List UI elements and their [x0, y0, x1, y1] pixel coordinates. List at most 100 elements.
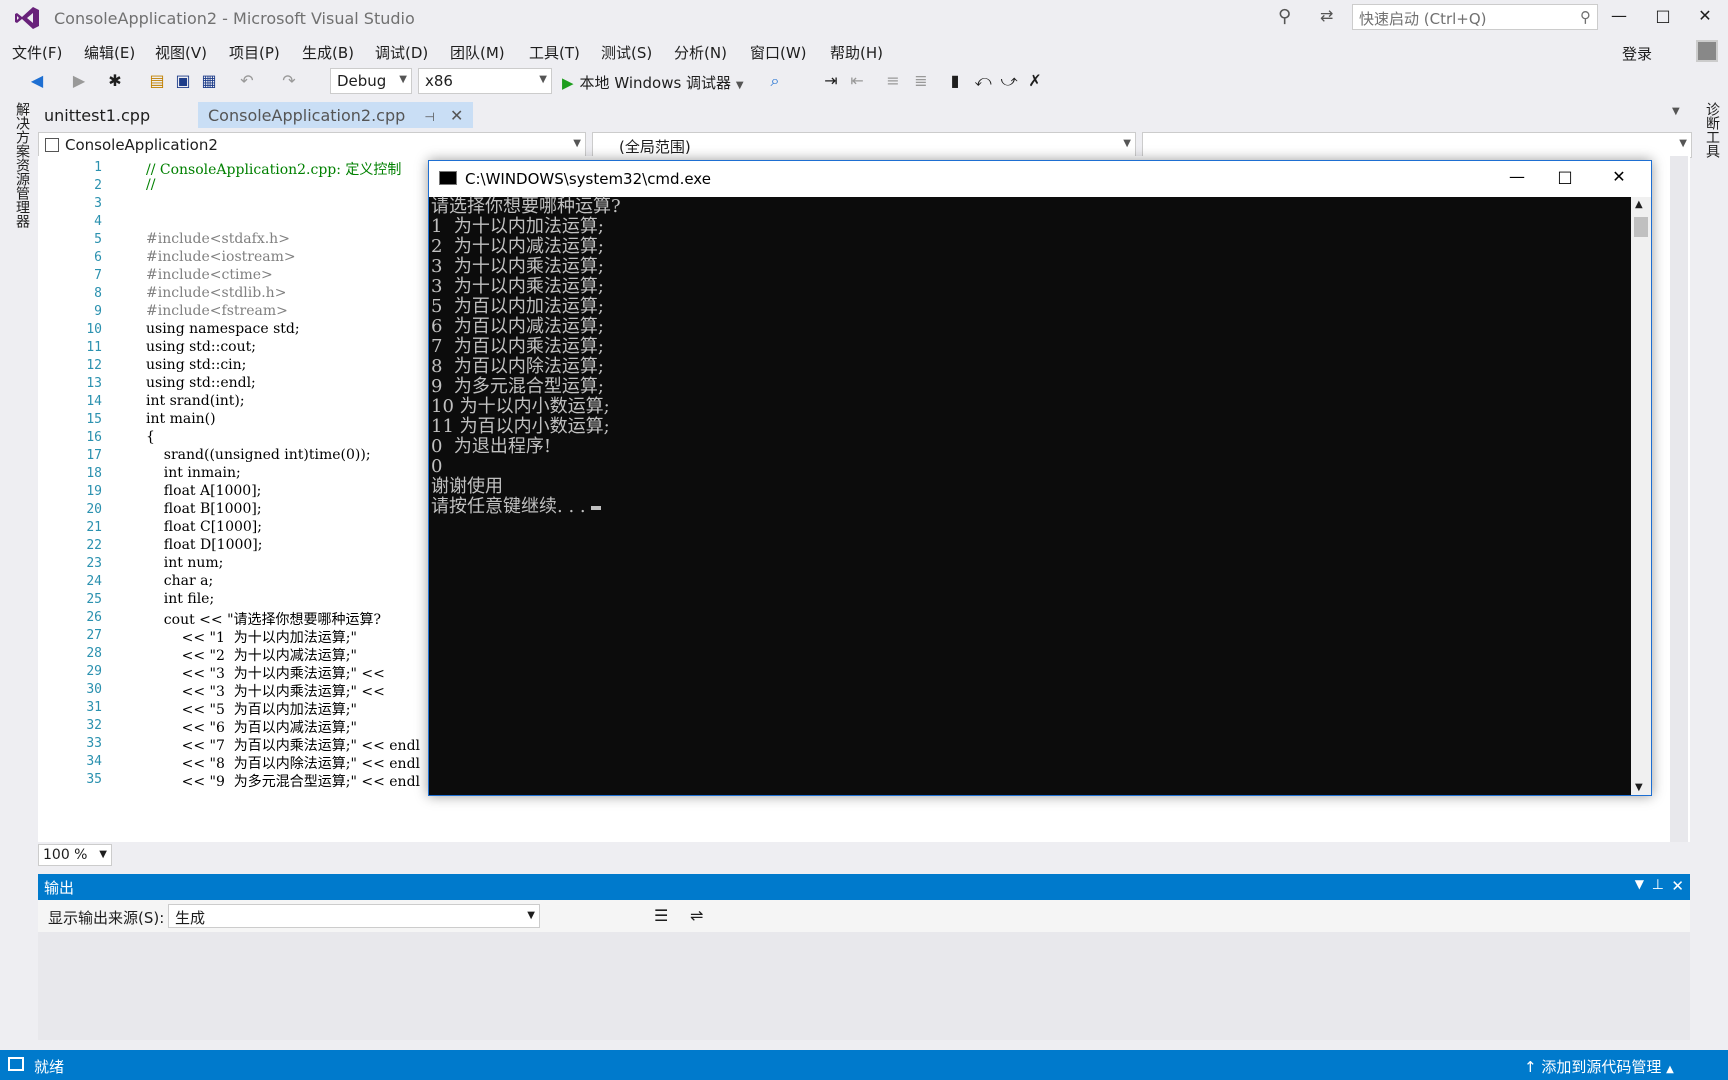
output-content[interactable]	[38, 932, 1690, 1040]
cmd-minimize-button[interactable]: —	[1497, 167, 1537, 191]
menu-analyze[interactable]: 分析(N)	[674, 42, 727, 63]
member-combo[interactable]: ▼	[1142, 132, 1692, 158]
pin-icon[interactable]: ⊣	[424, 110, 434, 124]
cmd-maximize-button[interactable]: □	[1545, 167, 1585, 191]
window-title: ConsoleApplication2 - Microsoft Visual S…	[54, 9, 415, 28]
platform-combo[interactable]: x86 ▼	[418, 68, 552, 94]
next-bookmark-icon[interactable]: ⤻	[998, 70, 1020, 92]
menu-file[interactable]: 文件(F)	[12, 42, 62, 63]
code-line: int main()	[146, 411, 216, 427]
configuration-value: Debug	[337, 72, 387, 90]
output-panel-header: 输出 ▼ ⊥ ✕	[38, 874, 1690, 900]
code-line: << "3 为十以内乘法运算;" <<	[146, 684, 385, 700]
code-line: float C[1000];	[146, 519, 262, 535]
minimize-button[interactable]: —	[1604, 6, 1634, 30]
close-icon[interactable]: ✕	[1671, 877, 1684, 895]
back-icon[interactable]: ◀	[26, 70, 48, 92]
line-number: 35	[86, 772, 102, 787]
step-icon[interactable]: ⇥	[820, 70, 842, 92]
zoom-level-combo[interactable]: 100 % ▼	[38, 844, 112, 866]
scroll-thumb[interactable]	[1634, 217, 1648, 237]
title-bar: ConsoleApplication2 - Microsoft Visual S…	[0, 0, 1728, 36]
tab-consoleapplication2[interactable]: ConsoleApplication2.cpp ⊣ ✕	[198, 102, 474, 128]
panel-menu-icon[interactable]: ▼	[1635, 877, 1644, 891]
standard-toolbar: ◀ ▶ ✱ ▤ ▣ ▦ ↶ ↷ Debug ▼ x86 ▼ ⌕ ⇥ ⇤ ≡ ≣ ▮ …	[0, 66, 1728, 98]
clear-all-icon[interactable]: ☰	[654, 906, 668, 925]
code-line: srand((unsigned int)time(0));	[146, 447, 371, 463]
line-number: 9	[94, 304, 102, 319]
solution-explorer-tab[interactable]: 解决方案资源管理器	[10, 102, 30, 228]
code-line: #include<fstream>	[146, 303, 288, 319]
editor-vertical-scrollbar[interactable]	[1670, 156, 1688, 842]
diagnostic-tools-tab[interactable]: 诊断工具	[1700, 102, 1720, 158]
output-source-value: 生成	[175, 909, 206, 927]
menu-window[interactable]: 窗口(W)	[750, 42, 807, 63]
filter-icon[interactable]: ⚲	[1278, 6, 1291, 27]
menu-test[interactable]: 测试(S)	[601, 42, 652, 63]
cmd-title-bar[interactable]: C:\WINDOWS\system32\cmd.exe — □ ✕	[429, 161, 1651, 197]
line-number-gutter: 1 2 3 4 5 6 7 8 9 10 11 12 13 14 15 16 17 18 19 20 21 22 23 24 2…	[38, 156, 104, 842]
output-source-combo[interactable]: 生成 ▼	[168, 904, 540, 928]
scroll-down-icon[interactable]: ▼	[1635, 782, 1643, 793]
forward-icon[interactable]: ▶	[68, 70, 90, 92]
cmd-close-button[interactable]: ✕	[1599, 167, 1639, 191]
signin-link[interactable]: 登录	[1622, 43, 1652, 64]
line-number: 7	[94, 268, 102, 283]
pin-icon[interactable]: ⊥	[1652, 877, 1664, 893]
line-number: 11	[86, 340, 102, 355]
line-number: 17	[86, 448, 102, 463]
undo-icon[interactable]: ↶	[236, 70, 258, 92]
new-project-icon[interactable]: ✱	[104, 70, 126, 92]
start-debugging-button[interactable]: ▶ 本地 Windows 调试器 ▼	[562, 72, 744, 93]
word-wrap-icon[interactable]: ⇌	[690, 906, 703, 925]
close-button[interactable]: ✕	[1690, 6, 1720, 30]
save-icon[interactable]: ▣	[172, 70, 194, 92]
line-number: 26	[86, 610, 102, 625]
feedback-icon[interactable]: ⇄	[1320, 6, 1333, 25]
line-number: 29	[86, 664, 102, 679]
menu-project[interactable]: 项目(P)	[229, 42, 280, 63]
status-text: 就绪	[34, 1058, 65, 1076]
line-number: 28	[86, 646, 102, 661]
user-avatar-icon[interactable]	[1696, 40, 1718, 62]
line-number: 1	[94, 160, 102, 175]
clear-bookmarks-icon[interactable]: ✗	[1024, 70, 1046, 92]
menu-edit[interactable]: 编辑(E)	[84, 42, 135, 63]
line-number: 15	[86, 412, 102, 427]
menu-view[interactable]: 视图(V)	[155, 42, 207, 63]
redo-icon[interactable]: ↷	[278, 70, 300, 92]
cmd-vertical-scrollbar[interactable]: ▲ ▼	[1631, 197, 1651, 795]
project-combo[interactable]: ConsoleApplication2 ▼	[38, 132, 586, 158]
find-icon[interactable]: ⌕	[764, 70, 786, 92]
chevron-down-icon: ▼	[1679, 138, 1687, 149]
code-line: float D[1000];	[146, 537, 263, 553]
document-tabs: unittest1.cpp ConsoleApplication2.cpp ⊣ …	[34, 100, 1694, 128]
cmd-output[interactable]: 请选择你想要哪种运算? 1 为十以内加法运算; 2 为十以内减法运算; 3 为十…	[431, 197, 1631, 795]
maximize-button[interactable]: □	[1648, 6, 1678, 30]
menu-build[interactable]: 生成(B)	[302, 42, 354, 63]
scope-combo[interactable]: (全局范围) ▼	[592, 132, 1136, 158]
tab-unittest1[interactable]: unittest1.cpp	[34, 102, 160, 128]
prev-bookmark-icon[interactable]: ⤺	[972, 70, 994, 92]
save-all-icon[interactable]: ▦	[198, 70, 220, 92]
configuration-combo[interactable]: Debug ▼	[330, 68, 412, 94]
indent-icon[interactable]: ≡	[882, 70, 904, 92]
menu-debug[interactable]: 调试(D)	[375, 42, 428, 63]
close-tab-icon[interactable]: ✕	[450, 106, 463, 125]
tab-overflow-icon[interactable]: ▼	[1672, 106, 1680, 117]
open-file-icon[interactable]: ▤	[146, 70, 168, 92]
cmd-window[interactable]: C:\WINDOWS\system32\cmd.exe — □ ✕ 请选择你想要…	[428, 160, 1652, 796]
cmd-title: C:\WINDOWS\system32\cmd.exe	[465, 170, 711, 188]
line-number: 30	[86, 682, 102, 697]
status-icon	[8, 1057, 24, 1071]
scroll-up-icon[interactable]: ▲	[1635, 199, 1643, 210]
menu-help[interactable]: 帮助(H)	[830, 42, 883, 63]
quick-launch-input[interactable]: 快速启动 (Ctrl+Q) ⚲	[1352, 4, 1598, 30]
outdent-icon[interactable]: ≣	[910, 70, 932, 92]
add-to-source-control-button[interactable]: ↑ 添加到源代码管理 ▲	[1524, 1056, 1674, 1077]
bookmark-icon[interactable]: ▮	[944, 70, 966, 92]
line-number: 23	[86, 556, 102, 571]
menu-tools[interactable]: 工具(T)	[529, 42, 580, 63]
step-over-icon[interactable]: ⇤	[846, 70, 868, 92]
menu-team[interactable]: 团队(M)	[450, 42, 505, 63]
